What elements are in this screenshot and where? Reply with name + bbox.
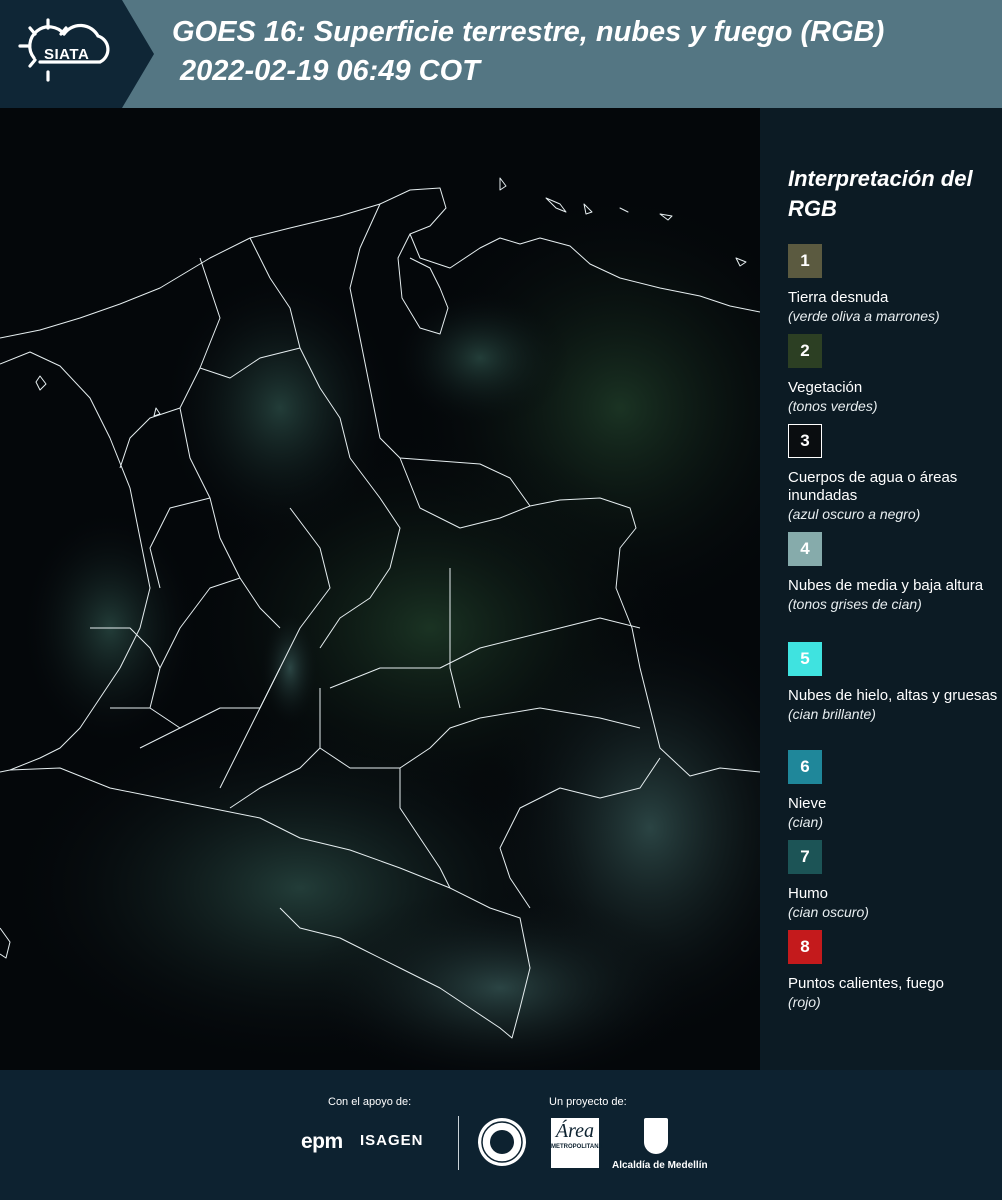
cloud-area (390, 288, 570, 428)
footer-divider (458, 1116, 459, 1170)
legend-label: Humo (788, 885, 829, 902)
legend-swatch: 6 (788, 750, 822, 784)
map-canvas (0, 177, 760, 1070)
page-title: GOES 16: Superficie terrestre, nubes y f… (172, 16, 885, 48)
legend-sublabel: (tonos grises de cian) (788, 596, 922, 612)
siata-logo-text: SIATA (44, 46, 90, 63)
legend-item-3: 3 Cuerpos de agua o áreas inundadas (azu… (788, 424, 998, 523)
legend-label: Nubes de hielo, altas y gruesas (788, 687, 998, 704)
legend-swatch: 4 (788, 532, 822, 566)
legend-swatch: 8 (788, 930, 822, 964)
area-metropolitana-logo: Área METROPOLITANA (551, 1118, 603, 1168)
legend-label: Puntos calientes, fuego (788, 975, 944, 992)
legend-sublabel: (rojo) (788, 994, 821, 1010)
legend-title: Interpretación del RGB (788, 166, 973, 221)
legend-label: Tierra desnuda (788, 289, 889, 306)
legend-label: Cuerpos de agua o áreas inundadas (788, 469, 958, 504)
cloud-area (160, 268, 400, 548)
isagen-logo: ISAGEN (360, 1132, 424, 1149)
area-logo-text: Área (555, 1120, 595, 1142)
legend-label: Vegetación (788, 379, 863, 396)
cloud-area (260, 608, 320, 728)
legend-sublabel: (cian oscuro) (788, 904, 869, 920)
timestamp: 2022-02-19 06:49 COT (180, 55, 480, 87)
area-logo-subtext: METROPOLITANA (551, 1144, 603, 1150)
legend-panel: Interpretación del RGB 1 Tierra desnuda … (760, 108, 1002, 1070)
siata-logo: SIATA (14, 14, 126, 94)
project-label: Un proyecto de: (549, 1096, 627, 1108)
legend-item-5: 5 Nubes de hielo, altas y gruesas (cian … (788, 642, 998, 723)
legend-swatch: 7 (788, 840, 822, 874)
legend-sublabel: (verde oliva a marrones) (788, 308, 940, 324)
epm-logo: epm (301, 1130, 343, 1153)
legend-sublabel: (azul oscuro a negro) (788, 506, 921, 522)
seal-logo (478, 1118, 526, 1166)
legend-swatch: 3 (788, 424, 822, 458)
legend-label: Nubes de media y baja altura (788, 577, 984, 594)
legend-item-8: 8 Puntos calientes, fuego (rojo) (788, 930, 998, 1011)
legend-sublabel: (tonos verdes) (788, 398, 878, 414)
medellin-shield-icon (644, 1118, 668, 1154)
legend-sublabel: (cian brillante) (788, 706, 876, 722)
satellite-map (0, 108, 760, 1070)
legend-swatch: 5 (788, 642, 822, 676)
footer: Con el apoyo de: Un proyecto de: epm ISA… (0, 1070, 1002, 1200)
legend-item-7: 7 Humo (cian oscuro) (788, 840, 998, 921)
support-label: Con el apoyo de: (328, 1096, 412, 1108)
medellin-logo-text: Alcaldía de Medellín (612, 1160, 708, 1171)
legend-item-1: 1 Tierra desnuda (verde oliva a marrones… (788, 244, 998, 325)
seal-icon (481, 1121, 523, 1163)
legend-item-2: 2 Vegetación (tonos verdes) (788, 334, 998, 415)
legend-item-4: 4 Nubes de media y baja altura (tonos gr… (788, 532, 998, 613)
legend-label: Nieve (788, 795, 827, 812)
legend-swatch: 1 (788, 244, 822, 278)
header: SIATA GOES 16: Superficie terrestre, nub… (0, 0, 1002, 108)
legend-item-6: 6 Nieve (cian) (788, 750, 998, 831)
legend-swatch: 2 (788, 334, 822, 368)
legend-sublabel: (cian) (788, 814, 824, 830)
